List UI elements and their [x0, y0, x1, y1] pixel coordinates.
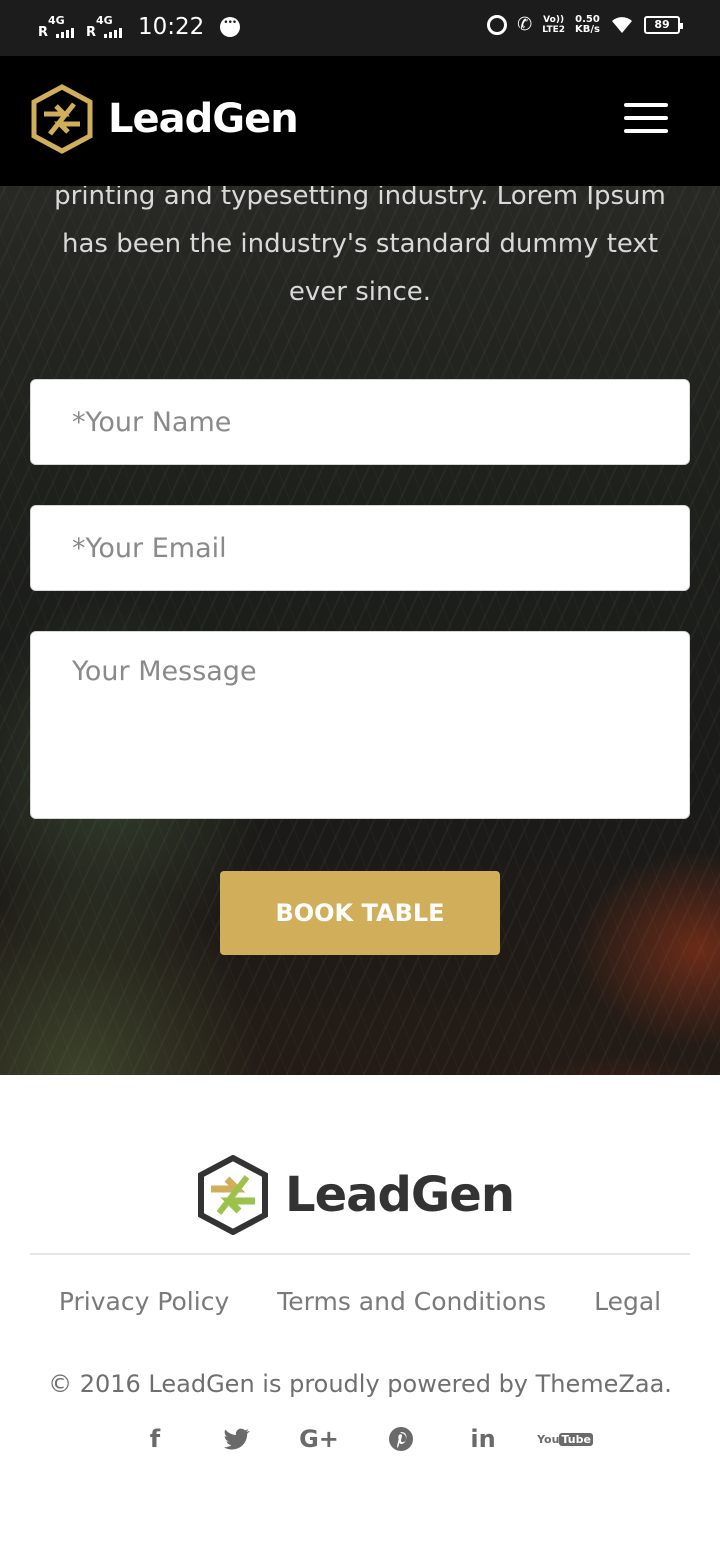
booking-section: printing and typesetting industry. Lorem… [0, 130, 720, 1075]
header-logo[interactable]: LeadGen [30, 84, 299, 154]
sim1-signal-icon: R 4G [38, 14, 80, 40]
network-speed: 0.50 KB/s [575, 14, 600, 35]
book-table-button[interactable]: BOOK TABLE [220, 871, 500, 955]
volte-top-label: Vo)) [543, 14, 565, 25]
social-links: f G+ in You Tube [0, 1423, 720, 1455]
menu-toggle-button[interactable] [624, 103, 668, 133]
battery-level: 89 [654, 18, 670, 31]
footer-logo[interactable]: LeadGen [197, 1155, 515, 1235]
linkedin-icon[interactable]: in [468, 1423, 498, 1455]
status-bar: R 4G R 4G 10:22 ✆ Vo)) LTE2 0.50 KB/s 89 [0, 0, 720, 56]
site-footer: LeadGen Privacy Policy Terms and Conditi… [0, 1075, 720, 1544]
footer-divider [30, 1253, 690, 1255]
footer-brand-name: LeadGen [285, 1167, 515, 1223]
name-input[interactable] [30, 379, 690, 465]
header-brand-name: LeadGen [108, 96, 299, 142]
leadgen-footer-logo-icon [198, 1155, 268, 1235]
wifi-icon [612, 16, 632, 33]
sim1-roaming-label: R [38, 25, 49, 40]
sim2-network-label: 4G [96, 14, 113, 27]
copyright-text: © 2016 LeadGen is proudly powered by The… [48, 1370, 672, 1398]
youtube-you-label: You [537, 1432, 560, 1446]
wifi-calling-icon: ✆ [517, 14, 533, 35]
google-plus-icon[interactable]: G+ [299, 1423, 339, 1455]
site-header: LeadGen [0, 56, 720, 186]
network-speed-unit: KB/s [575, 23, 600, 35]
status-time: 10:22 [138, 14, 205, 40]
message-notification-icon [220, 17, 241, 37]
sim2-signal-icon: R 4G [86, 14, 128, 40]
facebook-icon[interactable]: f [140, 1423, 170, 1455]
volte-bottom-label: LTE2 [542, 24, 566, 35]
battery-icon: 89 [644, 15, 683, 34]
intro-text: printing and typesetting industry. Lorem… [54, 181, 666, 307]
legal-link[interactable]: Legal [594, 1287, 661, 1316]
leadgen-logo-icon [31, 84, 93, 154]
youtube-icon[interactable]: You Tube [537, 1423, 593, 1455]
sim1-network-label: 4G [48, 14, 65, 27]
youtube-tube-label: Tube [559, 1432, 593, 1446]
twitter-icon[interactable] [222, 1423, 252, 1455]
hamburger-line [624, 129, 668, 133]
footer-links: Privacy Policy Terms and Conditions Lega… [0, 1287, 720, 1316]
status-bar-left: R 4G R 4G 10:22 [38, 14, 241, 40]
volte-indicator: Vo)) LTE2 [542, 15, 565, 35]
pinterest-icon[interactable] [386, 1423, 416, 1455]
terms-and-conditions-link[interactable]: Terms and Conditions [277, 1287, 546, 1316]
alarm-icon [487, 14, 508, 35]
email-input[interactable] [30, 505, 690, 591]
sim2-roaming-label: R [86, 25, 97, 40]
status-bar-right: ✆ Vo)) LTE2 0.50 KB/s 89 [487, 14, 683, 35]
hamburger-line [624, 103, 668, 107]
hamburger-line [624, 116, 668, 120]
privacy-policy-link[interactable]: Privacy Policy [59, 1287, 229, 1316]
message-textarea[interactable] [30, 631, 690, 819]
